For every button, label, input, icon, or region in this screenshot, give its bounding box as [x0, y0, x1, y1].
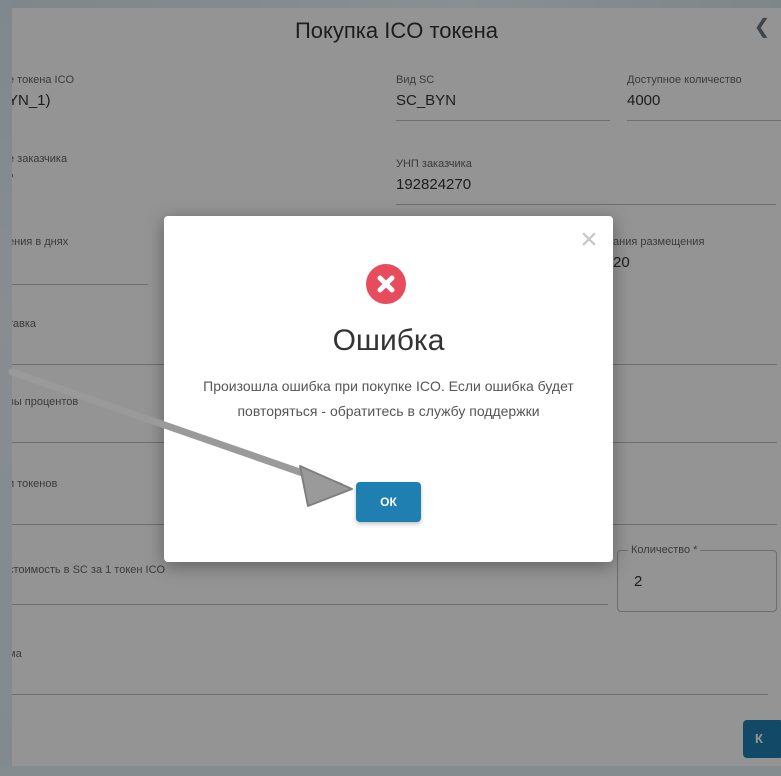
annotation-arrow-icon — [8, 368, 353, 507]
